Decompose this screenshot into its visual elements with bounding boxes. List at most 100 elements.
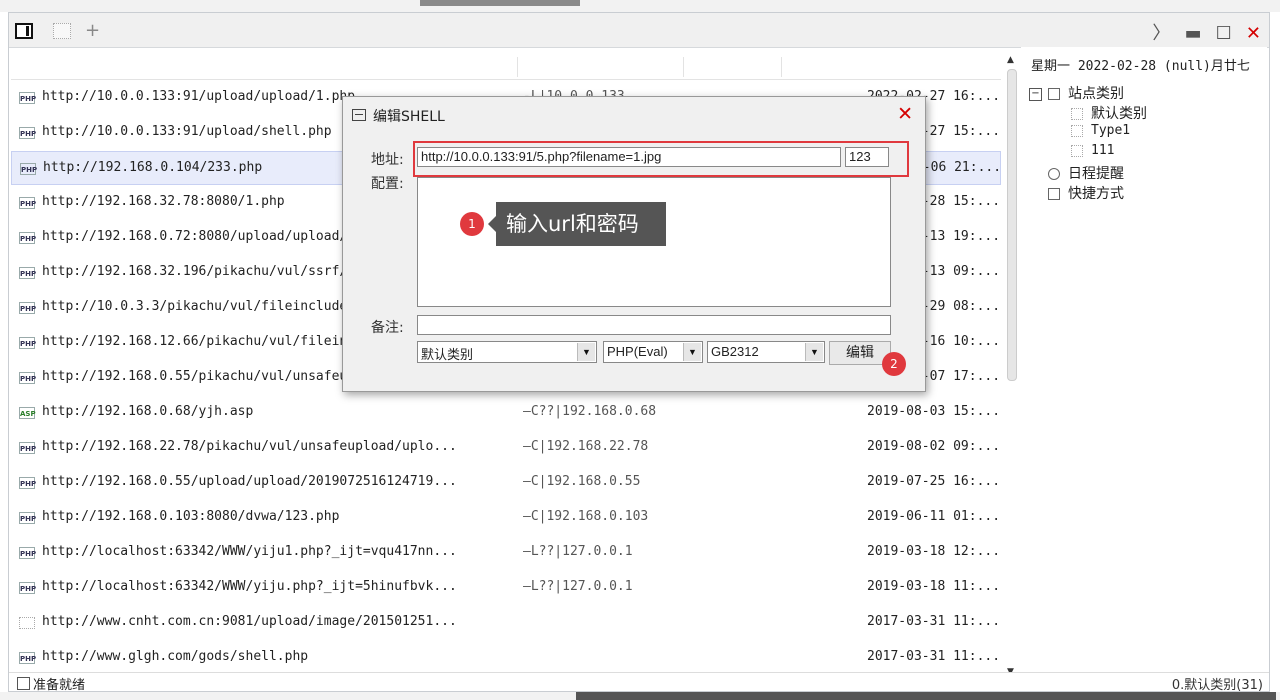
minimize-icon[interactable]: ▬ [1184,23,1201,44]
step-1-callout: 输入url和密码 [488,202,666,246]
chevron-right-icon[interactable]: 〉 [1152,19,1170,45]
row-ip: —C|192.168.0.55 [523,474,641,489]
dropdown-arrow-icon[interactable]: ▼ [683,343,701,361]
scroll-up-icon[interactable]: ▲ [1007,55,1014,65]
tree-item-label: 快捷方式 [1068,186,1124,202]
dropdown-arrow-icon[interactable]: ▼ [805,343,823,361]
table-row[interactable]: PHP http://192.168.0.55/upload/upload/201… [11,466,1001,500]
table-row[interactable]: PHP http://localhost:63342/WWW/yiju1.php?… [11,536,1001,570]
note-input[interactable] [417,315,891,335]
category-icon [1071,124,1083,137]
table-row[interactable]: PHP http://192.168.0.103:8080/dvwa/123.ph… [11,501,1001,535]
table-row[interactable]: http://www.cnht.com.cn:9081/upload/image… [11,606,1001,640]
add-tab-button[interactable]: + [85,20,100,41]
close-icon[interactable]: ✕ [1246,23,1261,44]
php-file-icon: PHP [20,163,37,175]
table-row[interactable]: PHP http://www.glgh.com/gods/shell.php 201… [11,641,1001,675]
tree-root[interactable]: − 站点类别 [1029,83,1147,103]
row-url: http://192.168.0.103:8080/dvwa/123.php [42,509,340,524]
row-ip: —L??|127.0.0.1 [523,579,633,594]
category-tree: − 站点类别 默认类别 Type1 111 日程提醒 快捷方式 [1029,83,1147,203]
folder-icon [1048,88,1060,100]
php-file-icon: PHP [19,372,36,384]
tree-item-111[interactable]: 111 [1029,143,1147,163]
asp-file-icon: ASP [19,407,36,419]
encoding-select[interactable]: GB2312 ▼ [707,341,825,363]
calendar-date: 星期一 2022-02-28 (null)月廿七 [1031,59,1250,74]
window-icon [352,109,366,121]
tab-active-icon[interactable] [15,23,33,39]
clock-icon [1048,168,1060,180]
php-file-icon: PHP [19,92,36,104]
dropdown-arrow-icon[interactable]: ▼ [577,343,595,361]
scroll-thumb[interactable] [1007,69,1017,381]
table-row[interactable]: ASP http://192.168.0.68/yjh.asp —C??|192.1… [11,396,1001,430]
step-1-badge: 1 [460,212,484,236]
tree-item-default[interactable]: 默认类别 [1029,103,1147,123]
php-file-icon: PHP [19,197,36,209]
category-icon [1071,144,1083,157]
status-text: 准备就绪 [17,674,85,693]
php-file-icon: PHP [19,652,36,664]
dialog-title: 编辑SHELL [373,109,445,125]
row-url: http://192.168.22.78/pikachu/vul/unsafeu… [42,439,457,454]
row-date: 2017-03-31 11:... [867,614,1001,629]
dialog-titlebar[interactable]: 编辑SHELL ✕ [343,97,925,131]
category-icon [1071,108,1083,120]
tree-item-schedule[interactable]: 日程提醒 [1029,163,1147,183]
row-url: http://10.0.0.133:91/upload/upload/1.php [42,89,356,104]
row-url: http://192.168.32.78:8080/1.php [42,194,285,209]
type-select-value: PHP(Eval) [607,344,668,359]
right-panel: 星期一 2022-02-28 (null)月廿七 − 站点类别 默认类别 Type… [1021,47,1267,677]
type-select[interactable]: PHP(Eval) ▼ [603,341,703,363]
row-url: http://localhost:63342/WWW/yiju1.php?_ij… [42,544,457,559]
row-url: http://10.0.3.3/pikachu/vul/fileinclude/ [42,299,356,314]
row-date: 2019-03-18 12:... [867,544,1001,559]
row-date: 2019-08-03 15:... [867,404,1001,419]
blank-file-icon [19,617,35,629]
tree-item-shortcuts[interactable]: 快捷方式 [1029,183,1147,203]
tree-item-label: Type1 [1091,123,1131,138]
row-url: http://192.168.32.196/pikachu/vul/ssrf/s [42,264,356,279]
background-strip-bottom [0,692,1280,700]
tab-bar: + 〉 ▬ ☐ ✕ [9,13,1269,48]
php-file-icon: PHP [19,337,36,349]
tree-item-label: 默认类别 [1091,106,1147,122]
row-url: http://192.168.0.55/upload/upload/201907… [42,474,457,489]
address-label: 地址: [371,152,404,168]
php-file-icon: PHP [19,267,36,279]
config-label: 配置: [371,176,404,192]
category-select-value: 默认类别 [421,347,474,362]
category-select[interactable]: 默认类别 ▼ [417,341,597,363]
row-url: http://10.0.0.133:91/upload/shell.php [42,124,332,139]
row-date: 2019-08-02 09:... [867,439,1001,454]
row-date: 2019-07-25 16:... [867,474,1001,489]
tab-inactive-icon[interactable] [53,23,71,39]
dialog-close-icon[interactable]: ✕ [897,103,913,125]
list-scrollbar[interactable]: ▲ ▼ [1005,55,1019,677]
row-url: http://www.glgh.com/gods/shell.php [42,649,309,664]
table-row[interactable]: PHP http://localhost:63342/WWW/yiju.php?_… [11,571,1001,605]
tree-item-type1[interactable]: Type1 [1029,123,1147,143]
php-file-icon: PHP [19,127,36,139]
status-bar: 准备就绪 0.默认类别(31) [9,672,1269,693]
tree-item-label: 日程提醒 [1068,166,1124,182]
php-file-icon: PHP [19,512,36,524]
php-file-icon: PHP [19,477,36,489]
row-date: 2019-06-11 01:... [867,509,1001,524]
row-url: http://192.168.0.104/233.php [43,160,263,175]
php-file-icon: PHP [19,582,36,594]
row-url: http://localhost:63342/WWW/yiju.php?_ijt… [42,579,457,594]
php-file-icon: PHP [19,232,36,244]
highlight-box [413,141,909,177]
row-url: http://www.cnht.com.cn:9081/upload/image… [42,614,457,629]
row-date: 2019-03-18 11:... [867,579,1001,594]
row-url: http://192.168.0.68/yjh.asp [42,404,254,419]
maximize-icon[interactable]: ☐ [1216,23,1232,44]
hand-icon [1048,188,1060,200]
collapse-icon[interactable]: − [1029,87,1042,101]
status-icon [17,677,30,690]
row-ip: —C|192.168.22.78 [523,439,649,454]
tree-root-label: 站点类别 [1068,86,1124,102]
table-row[interactable]: PHP http://192.168.22.78/pikachu/vul/unsa… [11,431,1001,465]
